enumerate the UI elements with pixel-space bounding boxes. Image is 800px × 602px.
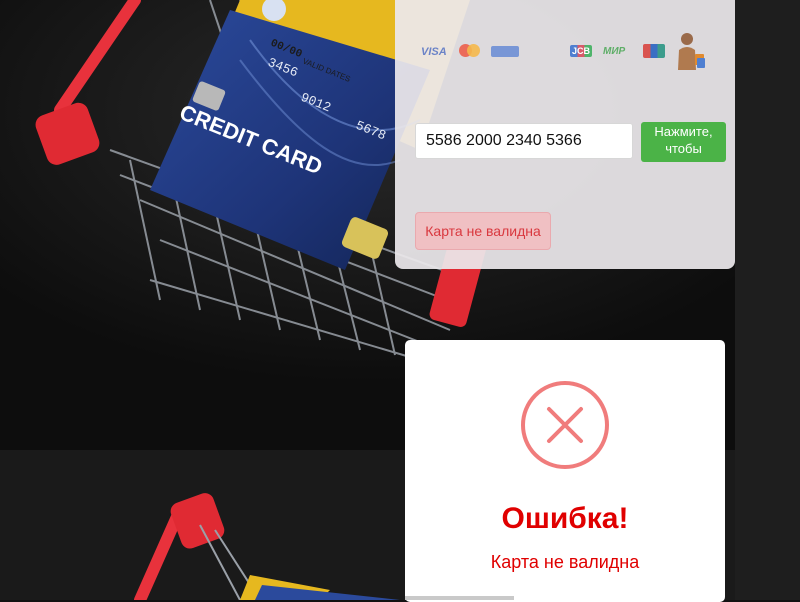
error-title: Ошибка! (501, 502, 629, 535)
timer-progress-bar (405, 596, 514, 600)
mastercard-logo (459, 44, 481, 58)
check-card-button-label: Нажмите, чтобы проверить (652, 124, 715, 162)
mir-logo: МИР (603, 46, 626, 57)
unionpay-logo (643, 44, 665, 58)
error-message: Карта не валидна (490, 552, 640, 572)
shopper-avatar (678, 33, 705, 70)
error-modal: Ошибка! Карта не валидна (405, 340, 725, 602)
jcb-logo: JCB (570, 45, 593, 57)
validation-result-badge: Карта не валидна (415, 212, 551, 250)
payment-logos-row: VISA JCB МИР (415, 30, 735, 76)
check-card-button[interactable]: Нажмите, чтобы проверить (641, 122, 726, 162)
error-circle-x-icon (521, 381, 609, 469)
amex-logo (491, 46, 519, 57)
card-number-input[interactable] (415, 123, 633, 159)
card-validator-panel: VISA JCB МИР Нажмите, чтобы проверить Ка… (395, 0, 735, 269)
visa-logo: VISA (421, 46, 447, 58)
